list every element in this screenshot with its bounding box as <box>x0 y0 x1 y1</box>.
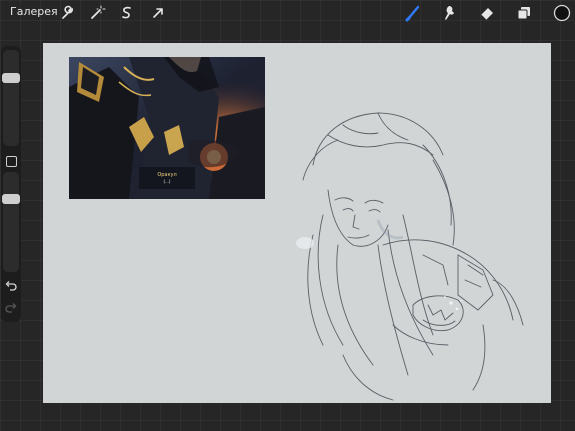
redo-button[interactable] <box>4 302 18 316</box>
modify-button[interactable] <box>6 156 17 167</box>
brush-size-slider[interactable] <box>2 50 20 146</box>
undo-button[interactable] <box>4 280 18 294</box>
selection-icon[interactable] <box>117 3 137 23</box>
drawing-canvas[interactable]: Оракул (...) <box>43 43 551 403</box>
transform-arrow-icon[interactable] <box>148 3 168 23</box>
smudge-icon[interactable] <box>440 3 460 23</box>
adjustments-magic-wand-icon[interactable] <box>87 3 107 23</box>
reference-image: Оракул (...) <box>69 57 265 199</box>
pencil-sketch <box>283 105 543 403</box>
reference-caption: Оракул <box>157 172 177 178</box>
sketch-drawing <box>296 112 524 401</box>
actions-wrench-icon[interactable] <box>57 3 77 23</box>
opacity-handle[interactable] <box>2 194 20 204</box>
eraser-icon[interactable] <box>477 3 497 23</box>
sidebar-panel <box>1 46 21 322</box>
layers-icon[interactable] <box>514 3 534 23</box>
brush-size-handle[interactable] <box>2 73 20 83</box>
top-toolbar: Галерея <box>0 0 575 26</box>
gallery-button[interactable]: Галерея <box>10 5 58 19</box>
brush-icon[interactable] <box>403 3 423 23</box>
reference-subcaption: (...) <box>163 179 171 184</box>
color-swatch-icon[interactable] <box>552 3 572 23</box>
opacity-slider[interactable] <box>2 172 20 272</box>
